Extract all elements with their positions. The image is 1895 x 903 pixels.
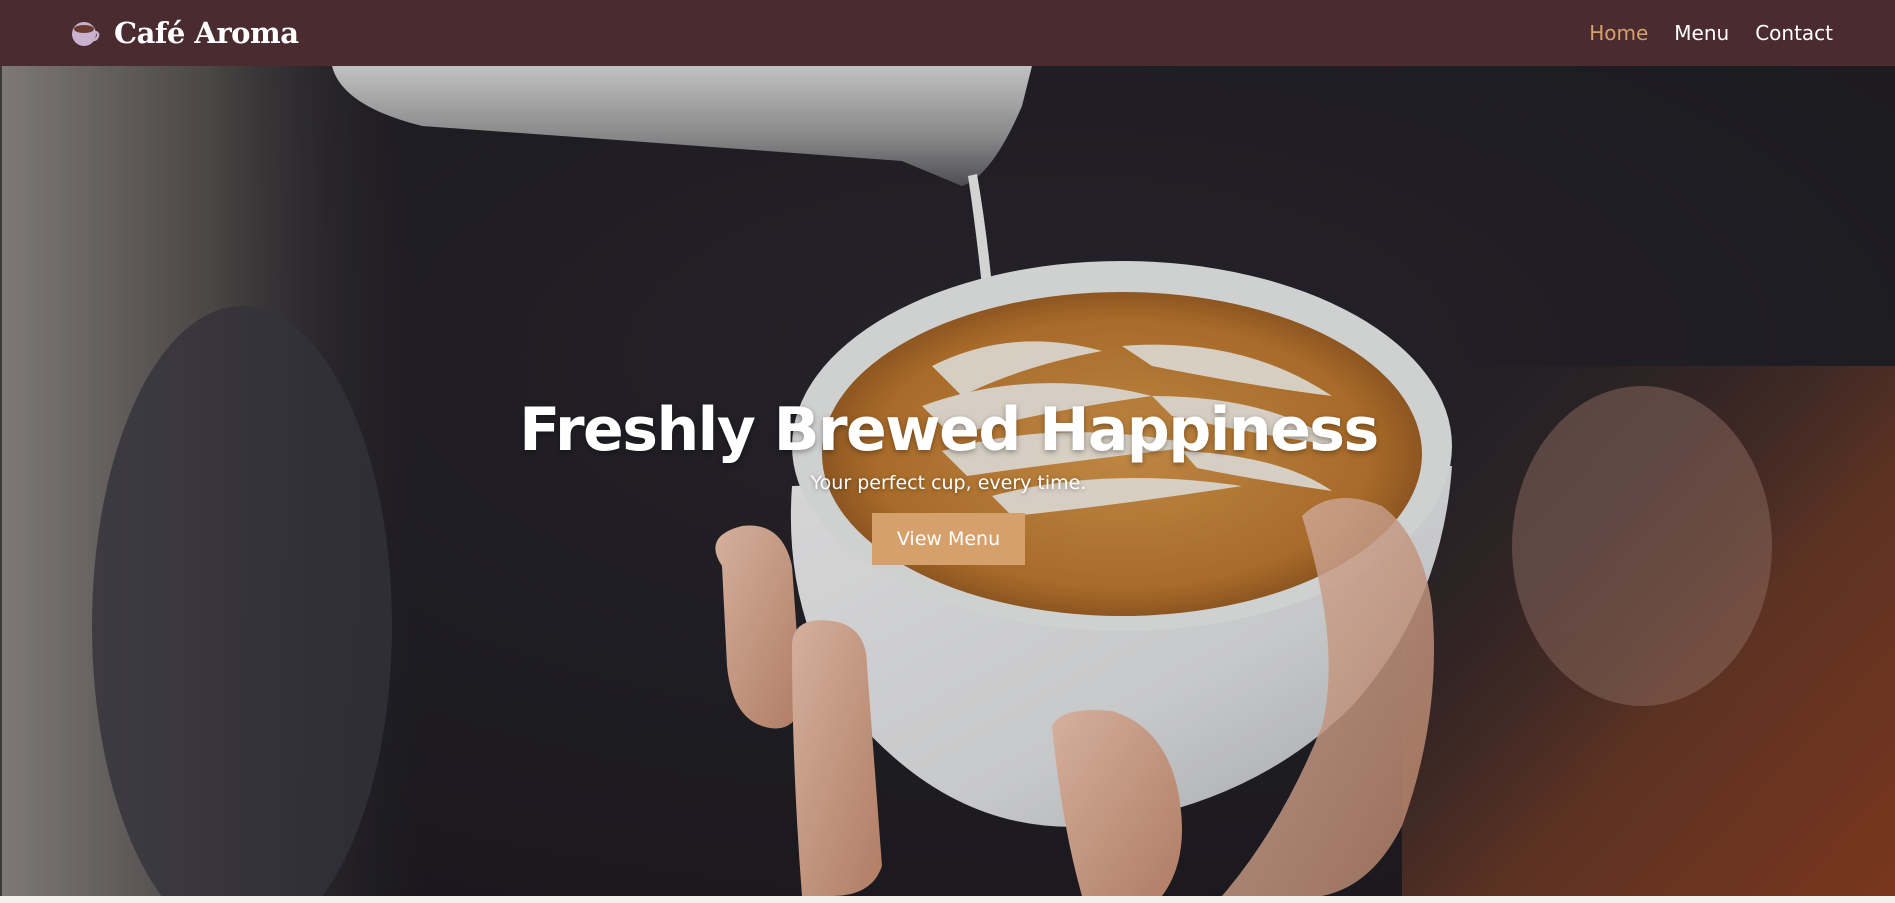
hero-section: Freshly Brewed Happiness Your perfect cu… (2, 66, 1895, 896)
navbar: Café Aroma Home Menu Contact (0, 0, 1895, 66)
nav-item-contact[interactable]: Contact (1755, 21, 1833, 45)
nav-links: Home Menu Contact (1589, 21, 1833, 45)
coffee-cup-icon (70, 18, 100, 48)
hero-content: Freshly Brewed Happiness Your perfect cu… (2, 392, 1895, 565)
nav-item-home[interactable]: Home (1589, 21, 1648, 45)
page: Café Aroma Home Menu Contact Freshly Bre… (0, 0, 1895, 903)
next-section-edge (0, 896, 1895, 903)
brand-name: Café Aroma (114, 16, 299, 50)
brand[interactable]: Café Aroma (70, 16, 299, 50)
nav-item-menu[interactable]: Menu (1674, 21, 1729, 45)
hero-title: Freshly Brewed Happiness (519, 395, 1379, 465)
hero-subtitle: Your perfect cup, every time. (810, 472, 1087, 494)
view-menu-button[interactable]: View Menu (871, 513, 1026, 565)
